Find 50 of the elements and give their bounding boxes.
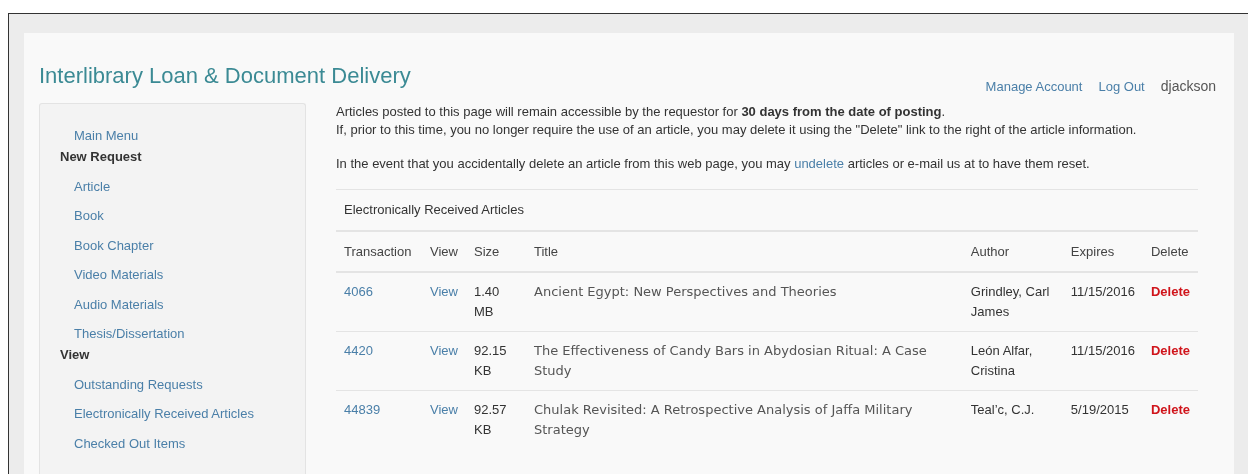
file-size: 92.15 KB bbox=[474, 343, 507, 379]
sidebar-heading: View bbox=[60, 346, 91, 363]
article-author: León Alfar, Cristina bbox=[970, 343, 1033, 379]
sidebar-link[interactable]: Book bbox=[60, 208, 305, 225]
table-caption: Electronically Received Articles bbox=[344, 202, 524, 218]
sidebar-link[interactable]: Checked Out Items bbox=[60, 435, 305, 452]
article-author: Teal’c, C.J. bbox=[970, 402, 1035, 418]
column-header: Delete bbox=[1142, 231, 1198, 273]
view-link[interactable]: View bbox=[430, 284, 458, 300]
account-link[interactable]: Manage Account bbox=[985, 77, 1083, 97]
transaction-link[interactable]: 4066 bbox=[344, 284, 373, 300]
column-header: Transaction bbox=[336, 231, 422, 273]
column-header: Title bbox=[526, 231, 963, 273]
article-author: Grindley, Carl James bbox=[970, 284, 1050, 320]
file-size: 1.40 MB bbox=[474, 284, 500, 320]
account-link[interactable]: Log Out bbox=[1098, 77, 1145, 97]
sidebar-link[interactable]: Audio Materials bbox=[60, 296, 305, 313]
sidebar-link[interactable]: Main Menu bbox=[60, 128, 305, 145]
sidebar-link[interactable]: Book Chapter bbox=[60, 237, 305, 254]
column-header: Author bbox=[962, 231, 1063, 273]
sidebar-link[interactable]: Outstanding Requests bbox=[60, 376, 305, 393]
view-link[interactable]: View bbox=[430, 402, 458, 418]
username: djackson bbox=[1160, 77, 1216, 97]
column-header: View bbox=[422, 231, 466, 273]
view-link[interactable]: View bbox=[430, 343, 458, 359]
expiry-date: 5/19/2015 bbox=[1070, 402, 1129, 418]
delete-link[interactable]: Delete bbox=[1150, 402, 1190, 418]
expiry-date: 11/15/2016 bbox=[1070, 284, 1135, 300]
article-title: The Effectiveness of Candy Bars in Abydosian Ritual: A Case Study bbox=[534, 343, 927, 379]
transaction-link[interactable]: 44839 bbox=[344, 402, 381, 418]
file-size: 92.57 KB bbox=[474, 402, 507, 438]
intro-text: If, prior to this time, you no longer require the use of an article, you may delete it using the "Delete" link to the right of the article information. bbox=[336, 121, 1138, 140]
delete-link[interactable]: Delete bbox=[1150, 284, 1190, 300]
sidebar-link[interactable]: Thesis/Dissertation bbox=[60, 326, 305, 343]
transaction-link[interactable]: 4420 bbox=[344, 343, 373, 359]
notice-text: articles or e-mail us at to have them reset. bbox=[846, 156, 1090, 172]
intro-text: Articles posted to this page will remain accessible by the requestor for 30 days from the date of posting. bbox=[336, 103, 947, 122]
undelete-link[interactable]: undelete bbox=[794, 156, 845, 172]
column-header: Expires bbox=[1062, 231, 1143, 273]
article-title: Chulak Revisited: A Retrospective Analysis of Jaffa Military Strategy bbox=[534, 402, 913, 438]
notice-text: In the event that you accidentally delete an article from this web page, you may bbox=[336, 156, 792, 172]
delete-link[interactable]: Delete bbox=[1150, 343, 1190, 359]
column-header: Size bbox=[466, 231, 526, 273]
sidebar-link[interactable]: Electronically Received Articles bbox=[60, 406, 305, 423]
article-title: Ancient Egypt: New Perspectives and Theories bbox=[534, 284, 837, 300]
sidebar-link[interactable]: Article bbox=[60, 178, 305, 195]
sidebar-link[interactable]: Video Materials bbox=[60, 267, 305, 284]
page-title: Interlibrary Loan & Document Delivery bbox=[39, 63, 411, 90]
expiry-date: 11/15/2016 bbox=[1070, 343, 1135, 359]
sidebar-heading: New Request bbox=[60, 148, 143, 165]
